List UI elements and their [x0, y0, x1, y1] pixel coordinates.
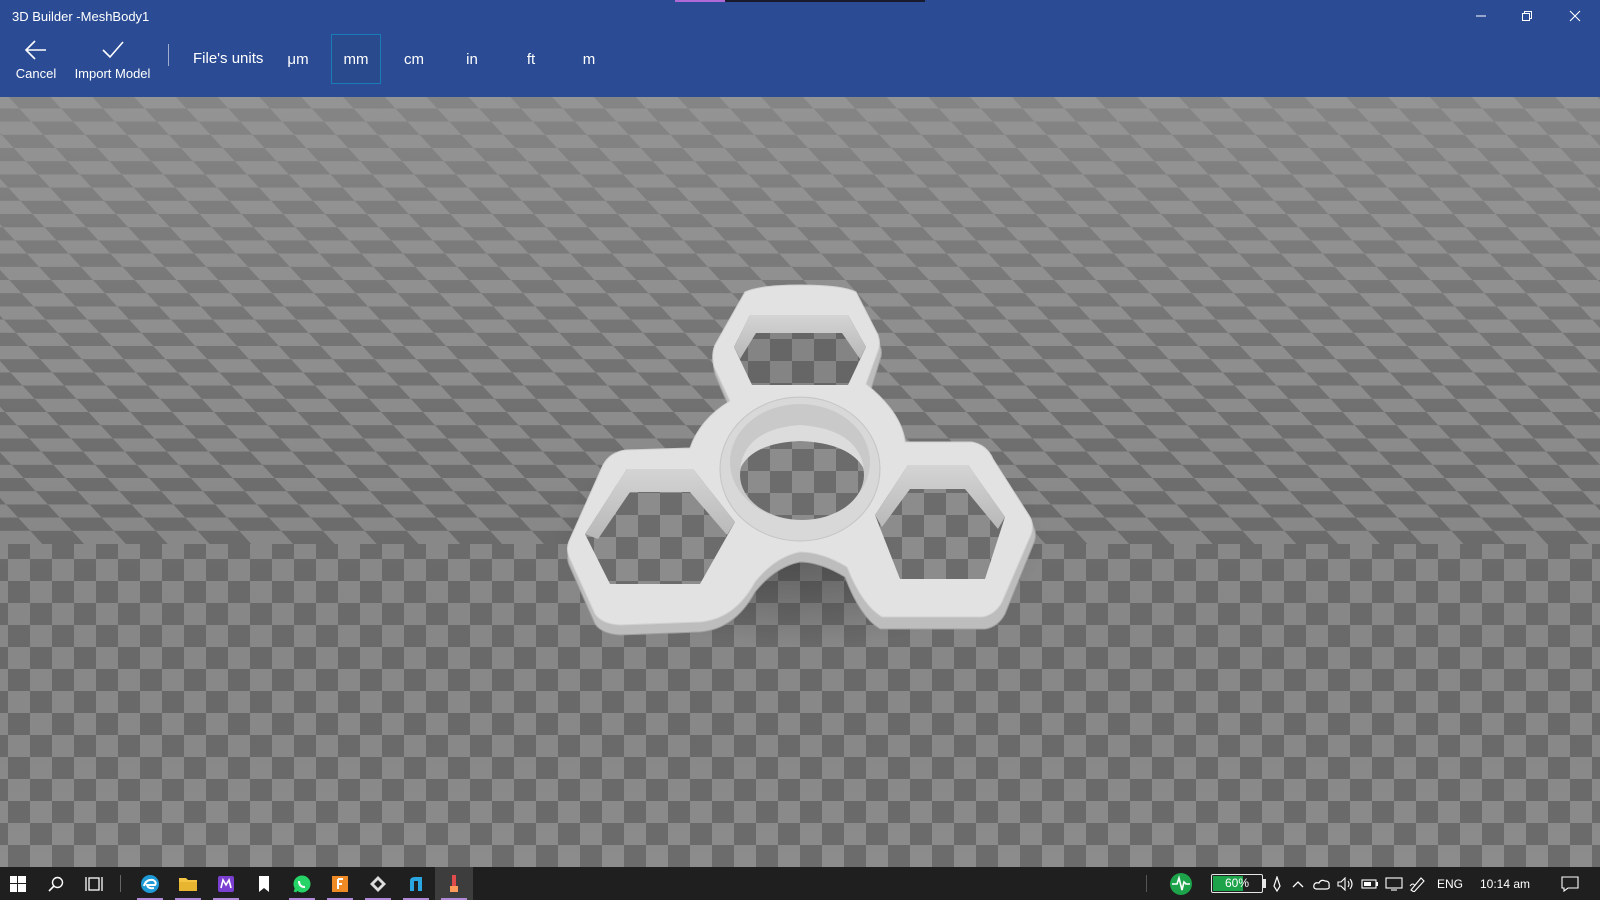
- restore-icon: [1522, 11, 1532, 21]
- clock-time: 10:14 am: [1479, 876, 1531, 891]
- chevron-up-icon: [1292, 880, 1304, 887]
- close-icon: [1569, 10, 1581, 22]
- tray-onedrive[interactable]: [1310, 867, 1334, 900]
- search-icon: [48, 876, 64, 892]
- file-explorer-icon: [179, 877, 197, 891]
- taskbar: 60% ENG 10:14 am: [0, 867, 1600, 900]
- taskbar-app-file-explorer[interactable]: [169, 867, 207, 900]
- tray-battery[interactable]: [1358, 867, 1382, 900]
- taskbar-app-3d-builder[interactable]: [435, 867, 473, 900]
- notes-icon: [259, 875, 269, 892]
- tray-activity-monitor[interactable]: [1166, 867, 1196, 900]
- window-title: 3D Builder -MeshBody1: [12, 9, 150, 24]
- action-center-button[interactable]: [1554, 867, 1586, 900]
- minimize-icon: [1476, 15, 1486, 17]
- battery-nub: [1263, 879, 1266, 888]
- taskbar-app-diamond[interactable]: [359, 867, 397, 900]
- toolbar-separator: [168, 44, 169, 66]
- taskbar-app-notes[interactable]: [245, 867, 283, 900]
- tray-pen[interactable]: [1268, 867, 1286, 900]
- speaker-icon: [1337, 876, 1353, 891]
- unit-inch[interactable]: in: [447, 34, 497, 84]
- battery-icon: [1361, 878, 1378, 889]
- accent-strip: [675, 0, 725, 2]
- start-button[interactable]: [0, 867, 36, 900]
- toolbar: Cancel Import Model File's units μm mm c…: [0, 32, 1600, 97]
- back-arrow-icon: [24, 40, 46, 60]
- taskbar-app-orange[interactable]: [321, 867, 359, 900]
- tray-volume[interactable]: [1334, 867, 1358, 900]
- unit-millimeter[interactable]: mm: [331, 34, 381, 84]
- title-bar: 3D Builder -MeshBody1: [0, 0, 1600, 32]
- tray-language[interactable]: ENG: [1434, 867, 1466, 900]
- taskbar-divider: [120, 875, 121, 892]
- whatsapp-icon: [293, 875, 311, 893]
- app-blue-icon: [410, 876, 422, 891]
- cancel-button[interactable]: Cancel: [10, 34, 62, 94]
- notification-icon: [1561, 875, 1579, 892]
- show-hidden-icons-button[interactable]: [1286, 867, 1310, 900]
- language-indicator: ENG: [1436, 876, 1463, 891]
- 3d-viewport[interactable]: [0, 97, 1600, 867]
- edge-icon: [141, 874, 159, 893]
- windows-logo-icon: [10, 875, 26, 892]
- app-diamond-icon: [370, 875, 386, 892]
- unit-meter[interactable]: m: [564, 34, 614, 84]
- pen-workspace-icon: [1409, 876, 1425, 892]
- minimize-button[interactable]: [1458, 0, 1504, 32]
- file-units-label: File's units: [193, 50, 264, 67]
- pen-tray-icon: [1273, 875, 1281, 892]
- taskbar-app-whatsapp[interactable]: [283, 867, 321, 900]
- battery-meter[interactable]: 60%: [1211, 874, 1263, 893]
- search-button[interactable]: [38, 867, 74, 900]
- import-model-label: Import Model: [74, 66, 151, 81]
- cancel-label: Cancel: [15, 66, 57, 81]
- task-view-button[interactable]: [76, 867, 112, 900]
- checkmark-icon: [101, 41, 124, 59]
- unit-foot[interactable]: ft: [506, 34, 556, 84]
- 3d-builder-icon: [450, 874, 458, 892]
- cloud-icon: [1313, 879, 1330, 890]
- import-model-button[interactable]: Import Model: [70, 34, 155, 94]
- accent-strip-dark: [725, 0, 925, 2]
- tray-divider: [1146, 875, 1147, 892]
- task-view-icon: [85, 876, 103, 891]
- tray-pen-workspace[interactable]: [1406, 867, 1430, 900]
- app-purple-icon: [218, 875, 234, 892]
- unit-micrometer[interactable]: μm: [273, 34, 323, 84]
- network-icon: [1385, 876, 1403, 891]
- viewport-canvas[interactable]: [0, 97, 1600, 867]
- restore-button[interactable]: [1504, 0, 1550, 32]
- taskbar-app-edge[interactable]: [131, 867, 169, 900]
- activity-monitor-icon: [1170, 872, 1192, 895]
- app-orange-icon: [332, 875, 348, 892]
- taskbar-app-purple[interactable]: [207, 867, 245, 900]
- tray-clock[interactable]: 10:14 am: [1474, 867, 1536, 900]
- battery-percent: 60%: [1224, 876, 1250, 890]
- unit-centimeter[interactable]: cm: [389, 34, 439, 84]
- tray-network[interactable]: [1382, 867, 1406, 900]
- close-button[interactable]: [1552, 0, 1598, 32]
- taskbar-app-blue[interactable]: [397, 867, 435, 900]
